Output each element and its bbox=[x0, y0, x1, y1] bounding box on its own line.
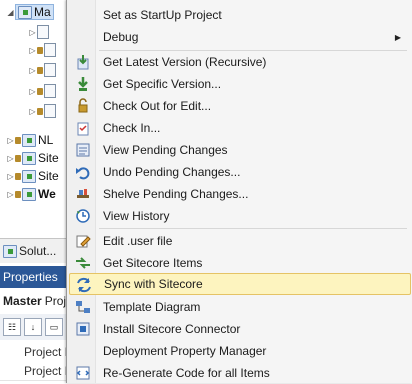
template-diagram-icon bbox=[75, 299, 91, 315]
menu-item-check-out-for-edit[interactable]: Check Out for Edit... bbox=[69, 95, 411, 117]
check-in-icon bbox=[75, 120, 91, 136]
solution-explorer-tab[interactable]: Solut... bbox=[0, 238, 70, 263]
properties-toolbar: ☷ ↓ ▭ bbox=[0, 314, 70, 340]
lock-icon bbox=[15, 190, 21, 198]
check-out-icon bbox=[75, 98, 91, 114]
get-sitecore-icon bbox=[75, 255, 91, 271]
tree-item-file[interactable]: ▷ bbox=[28, 60, 58, 80]
menu-item-get-latest-version[interactable]: Get Latest Version (Recursive) bbox=[69, 51, 411, 73]
alphabetical-icon[interactable]: ↓ bbox=[24, 318, 42, 336]
menu-item-debug[interactable]: Debug ▶ bbox=[69, 26, 411, 48]
expand-arrow-icon[interactable]: ▷ bbox=[6, 136, 15, 145]
lock-icon bbox=[15, 154, 21, 162]
property-pages-icon[interactable]: ▭ bbox=[45, 318, 63, 336]
menu-item-view-history[interactable]: View History bbox=[69, 205, 411, 227]
expand-arrow-icon[interactable]: ▷ bbox=[28, 107, 37, 116]
tree-item-site[interactable]: ▷ Site bbox=[6, 148, 58, 168]
menu-item-regenerate-code[interactable]: Re-Generate Code for all Items bbox=[69, 362, 411, 384]
tree-item-master[interactable]: ◢ Ma bbox=[6, 2, 54, 22]
file-icon bbox=[44, 84, 56, 98]
expand-arrow-icon[interactable]: ▷ bbox=[6, 172, 15, 181]
expand-arrow-icon[interactable]: ▷ bbox=[28, 66, 37, 75]
history-icon bbox=[75, 208, 91, 224]
menu-separator bbox=[99, 228, 407, 229]
shelve-icon bbox=[75, 186, 91, 202]
expand-arrow-icon[interactable]: ▷ bbox=[28, 28, 37, 37]
tree-item-file[interactable]: ▷ bbox=[28, 101, 58, 121]
project-icon bbox=[22, 133, 36, 147]
tree-item-file[interactable]: ▷ bbox=[28, 40, 58, 60]
get-latest-icon bbox=[75, 54, 91, 70]
tree-item-site[interactable]: ▷ Site bbox=[6, 166, 58, 186]
undo-icon bbox=[75, 164, 91, 180]
pending-changes-icon bbox=[75, 142, 91, 158]
menu-item-check-in[interactable]: Check In... bbox=[69, 117, 411, 139]
file-icon bbox=[44, 63, 56, 77]
menu-item-template-diagram[interactable]: Template Diagram bbox=[69, 296, 411, 318]
file-icon bbox=[37, 25, 49, 39]
tree-item-file[interactable]: ▷ bbox=[28, 22, 51, 42]
menu-item-get-specific-version[interactable]: Get Specific Version... bbox=[69, 73, 411, 95]
collapse-arrow-icon[interactable]: ◢ bbox=[6, 8, 15, 17]
lock-icon bbox=[37, 87, 43, 95]
connector-icon bbox=[75, 321, 91, 337]
lock-icon bbox=[15, 136, 21, 144]
edit-icon bbox=[75, 233, 91, 249]
lock-icon bbox=[37, 46, 43, 54]
sync-icon bbox=[76, 277, 92, 293]
menu-item-deployment-property-manager[interactable]: Deployment Property Manager bbox=[69, 340, 411, 362]
categorized-icon[interactable]: ☷ bbox=[3, 318, 21, 336]
tree-item-web[interactable]: ▷ We bbox=[6, 184, 55, 204]
project-icon bbox=[22, 187, 36, 201]
solution-icon bbox=[3, 244, 17, 258]
submenu-arrow-icon: ▶ bbox=[394, 32, 401, 42]
project-icon bbox=[22, 169, 36, 183]
file-icon bbox=[44, 104, 56, 118]
menu-item-sync-with-sitecore[interactable]: Sync with Sitecore bbox=[69, 273, 411, 295]
menu-item-get-sitecore-items[interactable]: Get Sitecore Items bbox=[69, 252, 411, 274]
expand-arrow-icon[interactable]: ▷ bbox=[28, 46, 37, 55]
menu-item-set-startup-project[interactable]: Set as StartUp Project bbox=[69, 4, 411, 26]
menu-item-install-sitecore-connector[interactable]: Install Sitecore Connector bbox=[69, 318, 411, 340]
lock-icon bbox=[37, 66, 43, 74]
menu-item-edit-user-file[interactable]: Edit .user file bbox=[69, 230, 411, 252]
tree-item-file[interactable]: ▷ bbox=[28, 81, 58, 101]
menu-item-shelve-pending-changes[interactable]: Shelve Pending Changes... bbox=[69, 183, 411, 205]
file-icon bbox=[44, 43, 56, 57]
tree-item-nl[interactable]: ▷ NL bbox=[6, 130, 53, 150]
get-specific-icon bbox=[75, 76, 91, 92]
lock-icon bbox=[15, 172, 21, 180]
property-row[interactable]: Project I bbox=[0, 361, 70, 381]
project-icon bbox=[22, 151, 36, 165]
lock-icon bbox=[37, 107, 43, 115]
project-icon bbox=[18, 5, 32, 19]
property-row[interactable]: Project I bbox=[0, 342, 70, 362]
expand-arrow-icon[interactable]: ▷ bbox=[6, 154, 15, 163]
properties-title: Properties bbox=[0, 266, 70, 288]
expand-arrow-icon[interactable]: ▷ bbox=[28, 87, 37, 96]
context-menu: Set as StartUp Project Debug ▶ Get Lates… bbox=[66, 0, 412, 383]
properties-object-selector[interactable]: Master Proj bbox=[0, 291, 70, 311]
deployment-icon bbox=[75, 343, 91, 359]
solution-explorer-tree: ◢ Ma ▷ ▷ ▷ ▷ ▷ ▷ NL ▷ Site ▷ Site ▷ We bbox=[0, 0, 70, 232]
regenerate-icon bbox=[75, 365, 91, 381]
menu-item-view-pending-changes[interactable]: View Pending Changes bbox=[69, 139, 411, 161]
menu-item-undo-pending-changes[interactable]: Undo Pending Changes... bbox=[69, 161, 411, 183]
expand-arrow-icon[interactable]: ▷ bbox=[6, 190, 15, 199]
